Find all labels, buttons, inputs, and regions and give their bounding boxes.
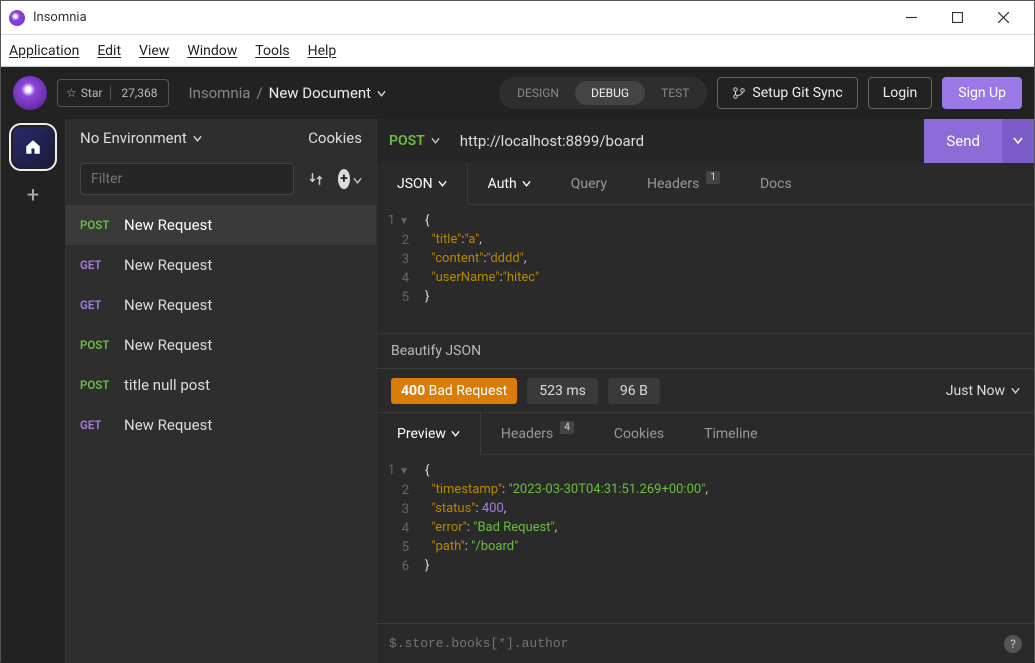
star-count: 27,368 [111, 86, 167, 100]
url-bar: POST Send [377, 119, 1034, 163]
star-icon: ☆ [66, 86, 77, 100]
response-filter-bar: ? [377, 623, 1034, 663]
chevron-down-icon [451, 426, 460, 442]
request-item[interactable]: POST title null post [66, 365, 376, 405]
request-name: New Request [124, 256, 212, 274]
menubar: Application Edit View Window Tools Help [1, 35, 1034, 67]
mode-debug[interactable]: DEBUG [575, 81, 645, 105]
appbar: ☆ Star 27,368 Insomnia / New Document DES… [1, 67, 1034, 119]
request-tabs: JSON Auth Query Headers 1 Docs [377, 163, 1034, 205]
send-button[interactable]: Send [924, 119, 1002, 163]
request-method: POST [80, 378, 112, 392]
tab-preview[interactable]: Preview [377, 413, 481, 454]
chevron-down-icon [522, 176, 531, 192]
response-tabs: Preview Headers 4 Cookies Timeline [377, 413, 1034, 455]
chevron-down-icon [438, 176, 447, 192]
sidebar: No Environment Cookies + POST New Request… [66, 119, 377, 663]
request-item[interactable]: GET New Request [66, 245, 376, 285]
menu-help[interactable]: Help [308, 43, 337, 59]
sidebar-filter-input[interactable] [80, 163, 294, 195]
minimize-button[interactable] [888, 1, 934, 35]
tab-auth[interactable]: Auth [468, 163, 551, 204]
menu-tools[interactable]: Tools [255, 43, 289, 59]
request-method: GET [80, 258, 112, 272]
chevron-down-icon [431, 133, 440, 149]
menu-window[interactable]: Window [187, 43, 237, 59]
close-button[interactable] [980, 1, 1026, 35]
signup-button[interactable]: Sign Up [942, 77, 1022, 109]
request-name: New Request [124, 216, 212, 234]
response-body-viewer[interactable]: 1▼23456 { "timestamp": "2023-03-30T04:31… [377, 455, 1034, 623]
chevron-down-icon [193, 129, 202, 147]
environment-selector[interactable]: No Environment [80, 129, 202, 147]
url-input[interactable] [452, 132, 925, 150]
breadcrumb-parent[interactable]: Insomnia [189, 84, 251, 102]
request-method: POST [80, 218, 112, 232]
add-project-button[interactable]: + [27, 183, 39, 208]
plus-icon: + [338, 169, 350, 189]
tab-body[interactable]: JSON [377, 163, 468, 204]
mode-test[interactable]: TEST [645, 81, 705, 105]
status-pill: 400 Bad Request [391, 378, 517, 404]
request-item[interactable]: GET New Request [66, 285, 376, 325]
request-method: GET [80, 298, 112, 312]
tab-headers[interactable]: Headers 1 [627, 163, 740, 204]
request-item[interactable]: GET New Request [66, 405, 376, 445]
chevron-down-icon [353, 170, 362, 189]
menu-application[interactable]: Application [9, 43, 79, 59]
insomnia-logo-icon [13, 76, 47, 110]
left-rail: + [1, 119, 66, 663]
login-button[interactable]: Login [868, 77, 933, 109]
menu-view[interactable]: View [139, 43, 169, 59]
request-item[interactable]: POST New Request [66, 325, 376, 365]
request-item[interactable]: POST New Request [66, 205, 376, 245]
request-name: New Request [124, 416, 212, 434]
add-request-button[interactable]: + [338, 167, 362, 191]
project-home-tile[interactable] [13, 127, 53, 167]
tab-resp-headers[interactable]: Headers 4 [481, 413, 594, 454]
maximize-button[interactable] [934, 1, 980, 35]
git-branch-icon [732, 86, 746, 100]
titlebar: Insomnia [1, 1, 1034, 35]
app-icon [9, 10, 25, 26]
jsonpath-filter-input[interactable] [389, 636, 996, 651]
breadcrumb-doc[interactable]: New Document [269, 84, 371, 102]
response-time: 523 ms [527, 378, 598, 404]
tab-docs[interactable]: Docs [740, 163, 812, 204]
mode-design[interactable]: DESIGN [501, 81, 575, 105]
beautify-json-button[interactable]: Beautify JSON [377, 333, 1034, 369]
request-name: New Request [124, 336, 212, 354]
chevron-down-icon[interactable] [377, 84, 386, 102]
sort-button[interactable] [304, 167, 328, 191]
response-status-bar: 400 Bad Request 523 ms 96 B Just Now [377, 369, 1034, 413]
cookies-link[interactable]: Cookies [308, 129, 362, 147]
request-method: POST [80, 338, 112, 352]
setup-git-sync-button[interactable]: Setup Git Sync [717, 77, 857, 109]
breadcrumb: Insomnia / New Document [189, 84, 387, 102]
mode-switcher: DESIGN DEBUG TEST [499, 77, 707, 109]
send-dropdown-button[interactable] [1002, 119, 1034, 163]
method-selector[interactable]: POST [377, 133, 452, 149]
request-method: GET [80, 418, 112, 432]
github-star[interactable]: ☆ Star 27,368 [57, 79, 169, 107]
response-history-dropdown[interactable]: Just Now [946, 383, 1020, 399]
request-name: New Request [124, 296, 212, 314]
content-pane: POST Send JSON Auth Query Headers 1 [377, 119, 1034, 663]
request-body-editor[interactable]: 1▼2345 { "title":"a", "content":"dddd", … [377, 205, 1034, 333]
tab-query[interactable]: Query [551, 163, 627, 204]
resp-headers-badge: 4 [560, 421, 574, 434]
request-list: POST New Request GET New Request GET New Requ… [66, 205, 376, 663]
chevron-down-icon [1011, 383, 1020, 399]
home-icon [24, 138, 42, 156]
tab-resp-cookies[interactable]: Cookies [594, 413, 684, 454]
help-icon[interactable]: ? [1004, 635, 1022, 653]
window-title: Insomnia [33, 10, 87, 25]
request-name: title null post [124, 376, 210, 394]
star-label: Star [81, 86, 103, 100]
response-size: 96 B [608, 378, 660, 404]
tab-timeline[interactable]: Timeline [684, 413, 777, 454]
headers-badge: 1 [706, 171, 720, 184]
menu-edit[interactable]: Edit [97, 43, 121, 59]
